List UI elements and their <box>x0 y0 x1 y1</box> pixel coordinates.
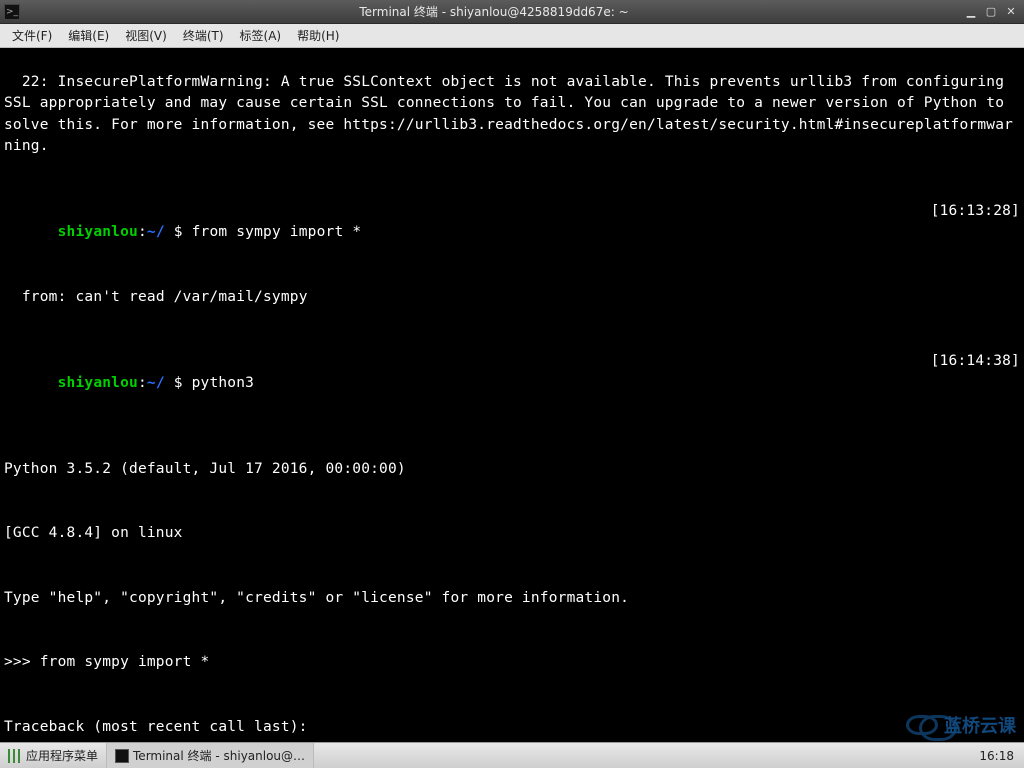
apps-menu-icon <box>8 749 22 763</box>
prompt-line-2: shiyanlou:~/ $ python3 [16:14:38] <box>4 351 1020 416</box>
menubar: 文件(F) 编辑(E) 视图(V) 终端(T) 标签(A) 帮助(H) <box>0 24 1024 48</box>
python-banner-3: Type "help", "copyright", "credits" or "… <box>4 588 1020 610</box>
window-controls: ▁ ▢ ✕ <box>962 4 1020 20</box>
taskbar-apps-label: 应用程序菜单 <box>26 747 98 764</box>
timestamp-2: [16:14:38] <box>923 351 1020 416</box>
menu-edit[interactable]: 编辑(E) <box>60 25 117 46</box>
timestamp-1: [16:13:28] <box>923 201 1020 266</box>
menu-view[interactable]: 视图(V) <box>117 25 175 46</box>
command-2: python3 <box>192 375 255 391</box>
titlebar: >_ Terminal 终端 - shiyanlou@4258819dd67e:… <box>0 0 1024 24</box>
repl-line: >>> from sympy import * <box>4 652 1020 674</box>
terminal-icon <box>115 749 129 763</box>
taskbar: 应用程序菜单 Terminal 终端 - shiyanlou@… 16:18 <box>0 742 1024 768</box>
window-title: Terminal 终端 - shiyanlou@4258819dd67e: ~ <box>26 3 962 20</box>
terminal-app-icon: >_ <box>4 4 20 20</box>
maximize-button[interactable]: ▢ <box>982 4 1000 20</box>
menu-file[interactable]: 文件(F) <box>4 25 60 46</box>
prompt-user: shiyanlou <box>58 224 138 240</box>
taskbar-terminal-label: Terminal 终端 - shiyanlou@… <box>133 747 305 764</box>
repl-line: Traceback (most recent call last): <box>4 717 1020 739</box>
python-banner-2: [GCC 4.8.4] on linux <box>4 523 1020 545</box>
taskbar-item-terminal[interactable]: Terminal 终端 - shiyanlou@… <box>107 743 314 768</box>
terminal-viewport[interactable]: 22: InsecurePlatformWarning: A true SSLC… <box>0 48 1024 742</box>
taskbar-clock[interactable]: 16:18 <box>969 749 1024 763</box>
menu-tabs[interactable]: 标签(A) <box>232 25 290 46</box>
menu-terminal[interactable]: 终端(T) <box>175 25 232 46</box>
command-1: from sympy import * <box>192 224 362 240</box>
menu-help[interactable]: 帮助(H) <box>289 25 347 46</box>
prompt-line-1: shiyanlou:~/ $ from sympy import * [16:1… <box>4 201 1020 266</box>
output-from-error: from: can't read /var/mail/sympy <box>22 289 308 305</box>
minimize-button[interactable]: ▁ <box>962 4 980 20</box>
python-banner-1: Python 3.5.2 (default, Jul 17 2016, 00:0… <box>4 459 1020 481</box>
taskbar-apps-menu[interactable]: 应用程序菜单 <box>0 743 107 768</box>
close-button[interactable]: ✕ <box>1002 4 1020 20</box>
prompt-path: ~/ <box>147 224 165 240</box>
warning-output: 22: InsecurePlatformWarning: A true SSLC… <box>4 74 1013 155</box>
